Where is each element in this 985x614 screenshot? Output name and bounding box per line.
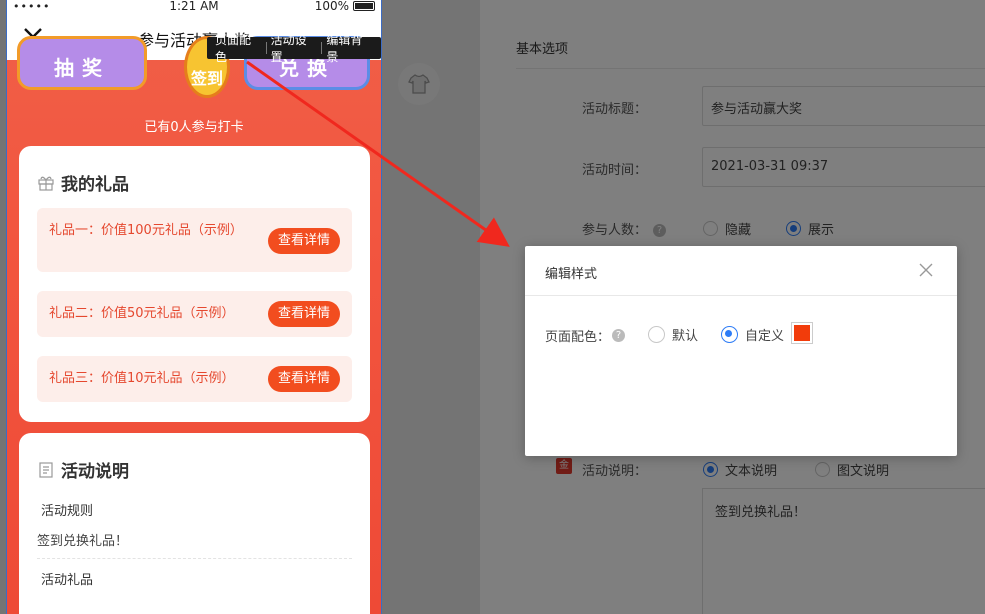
view-detail-button[interactable]: 查看详情 [268, 228, 340, 254]
action-buttons: 抽奖 签到 兑换 [7, 36, 381, 100]
gift-text: 礼品一：价值100元礼品（示例） [49, 223, 243, 238]
view-detail-button[interactable]: 查看详情 [268, 366, 340, 392]
participants-count: 已有0人参与打卡 [144, 120, 244, 135]
gifts-heading: 我的礼品 [37, 170, 129, 195]
edit-style-modal: 编辑样式 页面配色：? 默认 自定义 [525, 246, 957, 456]
help-icon: ? [612, 329, 626, 342]
battery-percent: 100% [314, 0, 349, 13]
gift-item: 礼品一：价值100元礼品（示例） 查看详情 [37, 208, 352, 272]
color-fill [794, 325, 810, 341]
default-color-radio[interactable]: 默认 [648, 325, 698, 344]
rules-label: 活动规则 [36, 500, 98, 523]
gift-item: 礼品三：价值10元礼品（示例） 查看详情 [37, 356, 352, 402]
divider [37, 558, 352, 559]
radio-dot [648, 326, 665, 343]
gift-text: 礼品二：价值50元礼品（示例） [49, 306, 235, 321]
document-icon [39, 461, 53, 478]
gift-box-icon [38, 176, 54, 191]
edit-toolbar: 页面配色 活动设置 编辑背景 [207, 33, 381, 64]
radio-dot [721, 326, 738, 343]
gift-text: 礼品三：价值10元礼品（示例） [49, 371, 235, 386]
edit-background-option[interactable]: 编辑背景 [322, 31, 377, 65]
view-detail-button[interactable]: 查看详情 [268, 301, 340, 327]
rules-text: 签到兑换礼品！ [37, 534, 129, 549]
custom-color-radio[interactable]: 自定义 [721, 325, 784, 344]
status-bar: ••••• 1:21 AM 100% [7, 0, 381, 14]
modal-title: 编辑样式 [545, 267, 598, 282]
gifts-card: 我的礼品 礼品一：价值100元礼品（示例） 查看详情 礼品二：价值50元礼品（示… [19, 146, 370, 422]
phone-preview: ••••• 1:21 AM 100% 参与活动赢大奖 抽奖 签到 兑换 已有0人… [6, 0, 382, 614]
page-color-label: 页面配色：? [545, 326, 626, 345]
page-color-option[interactable]: 页面配色 [211, 31, 266, 65]
modal-header: 编辑样式 [525, 246, 957, 296]
battery-icon [353, 1, 375, 11]
color-swatch[interactable] [791, 322, 813, 344]
prizes-label: 活动礼品 [36, 569, 98, 592]
description-heading: 活动说明 [37, 457, 129, 482]
activity-settings-option[interactable]: 活动设置 [267, 31, 322, 65]
close-icon[interactable] [919, 263, 933, 277]
description-card: 活动说明 活动规则 签到兑换礼品！ 活动礼品 [19, 433, 370, 614]
gift-item: 礼品二：价值50元礼品（示例） 查看详情 [37, 291, 352, 337]
lottery-button[interactable]: 抽奖 [17, 36, 147, 90]
